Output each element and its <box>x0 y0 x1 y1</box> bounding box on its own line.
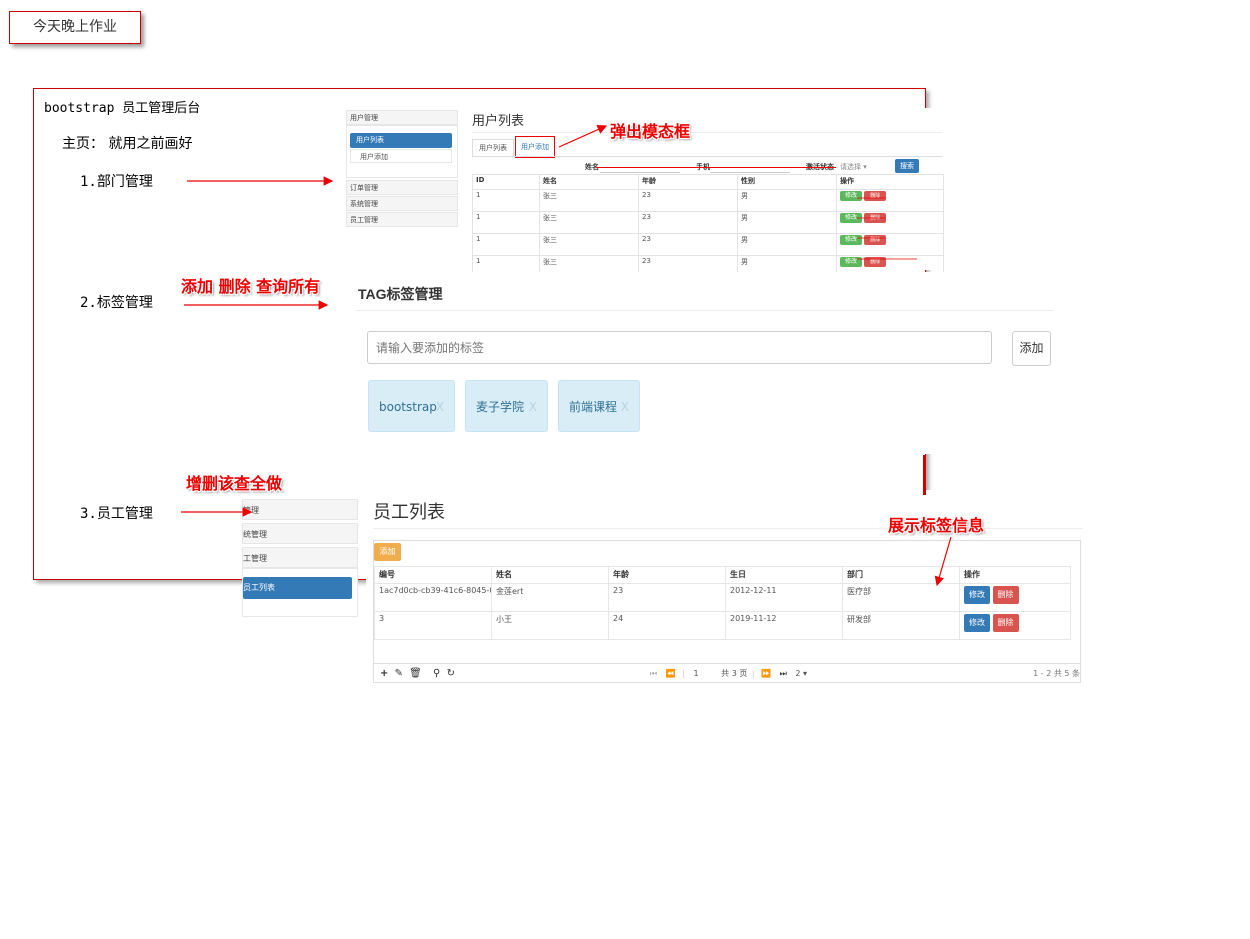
arrow-modal <box>558 125 608 148</box>
annotation-arrows <box>181 125 952 587</box>
arrow-show-tags <box>934 536 952 587</box>
